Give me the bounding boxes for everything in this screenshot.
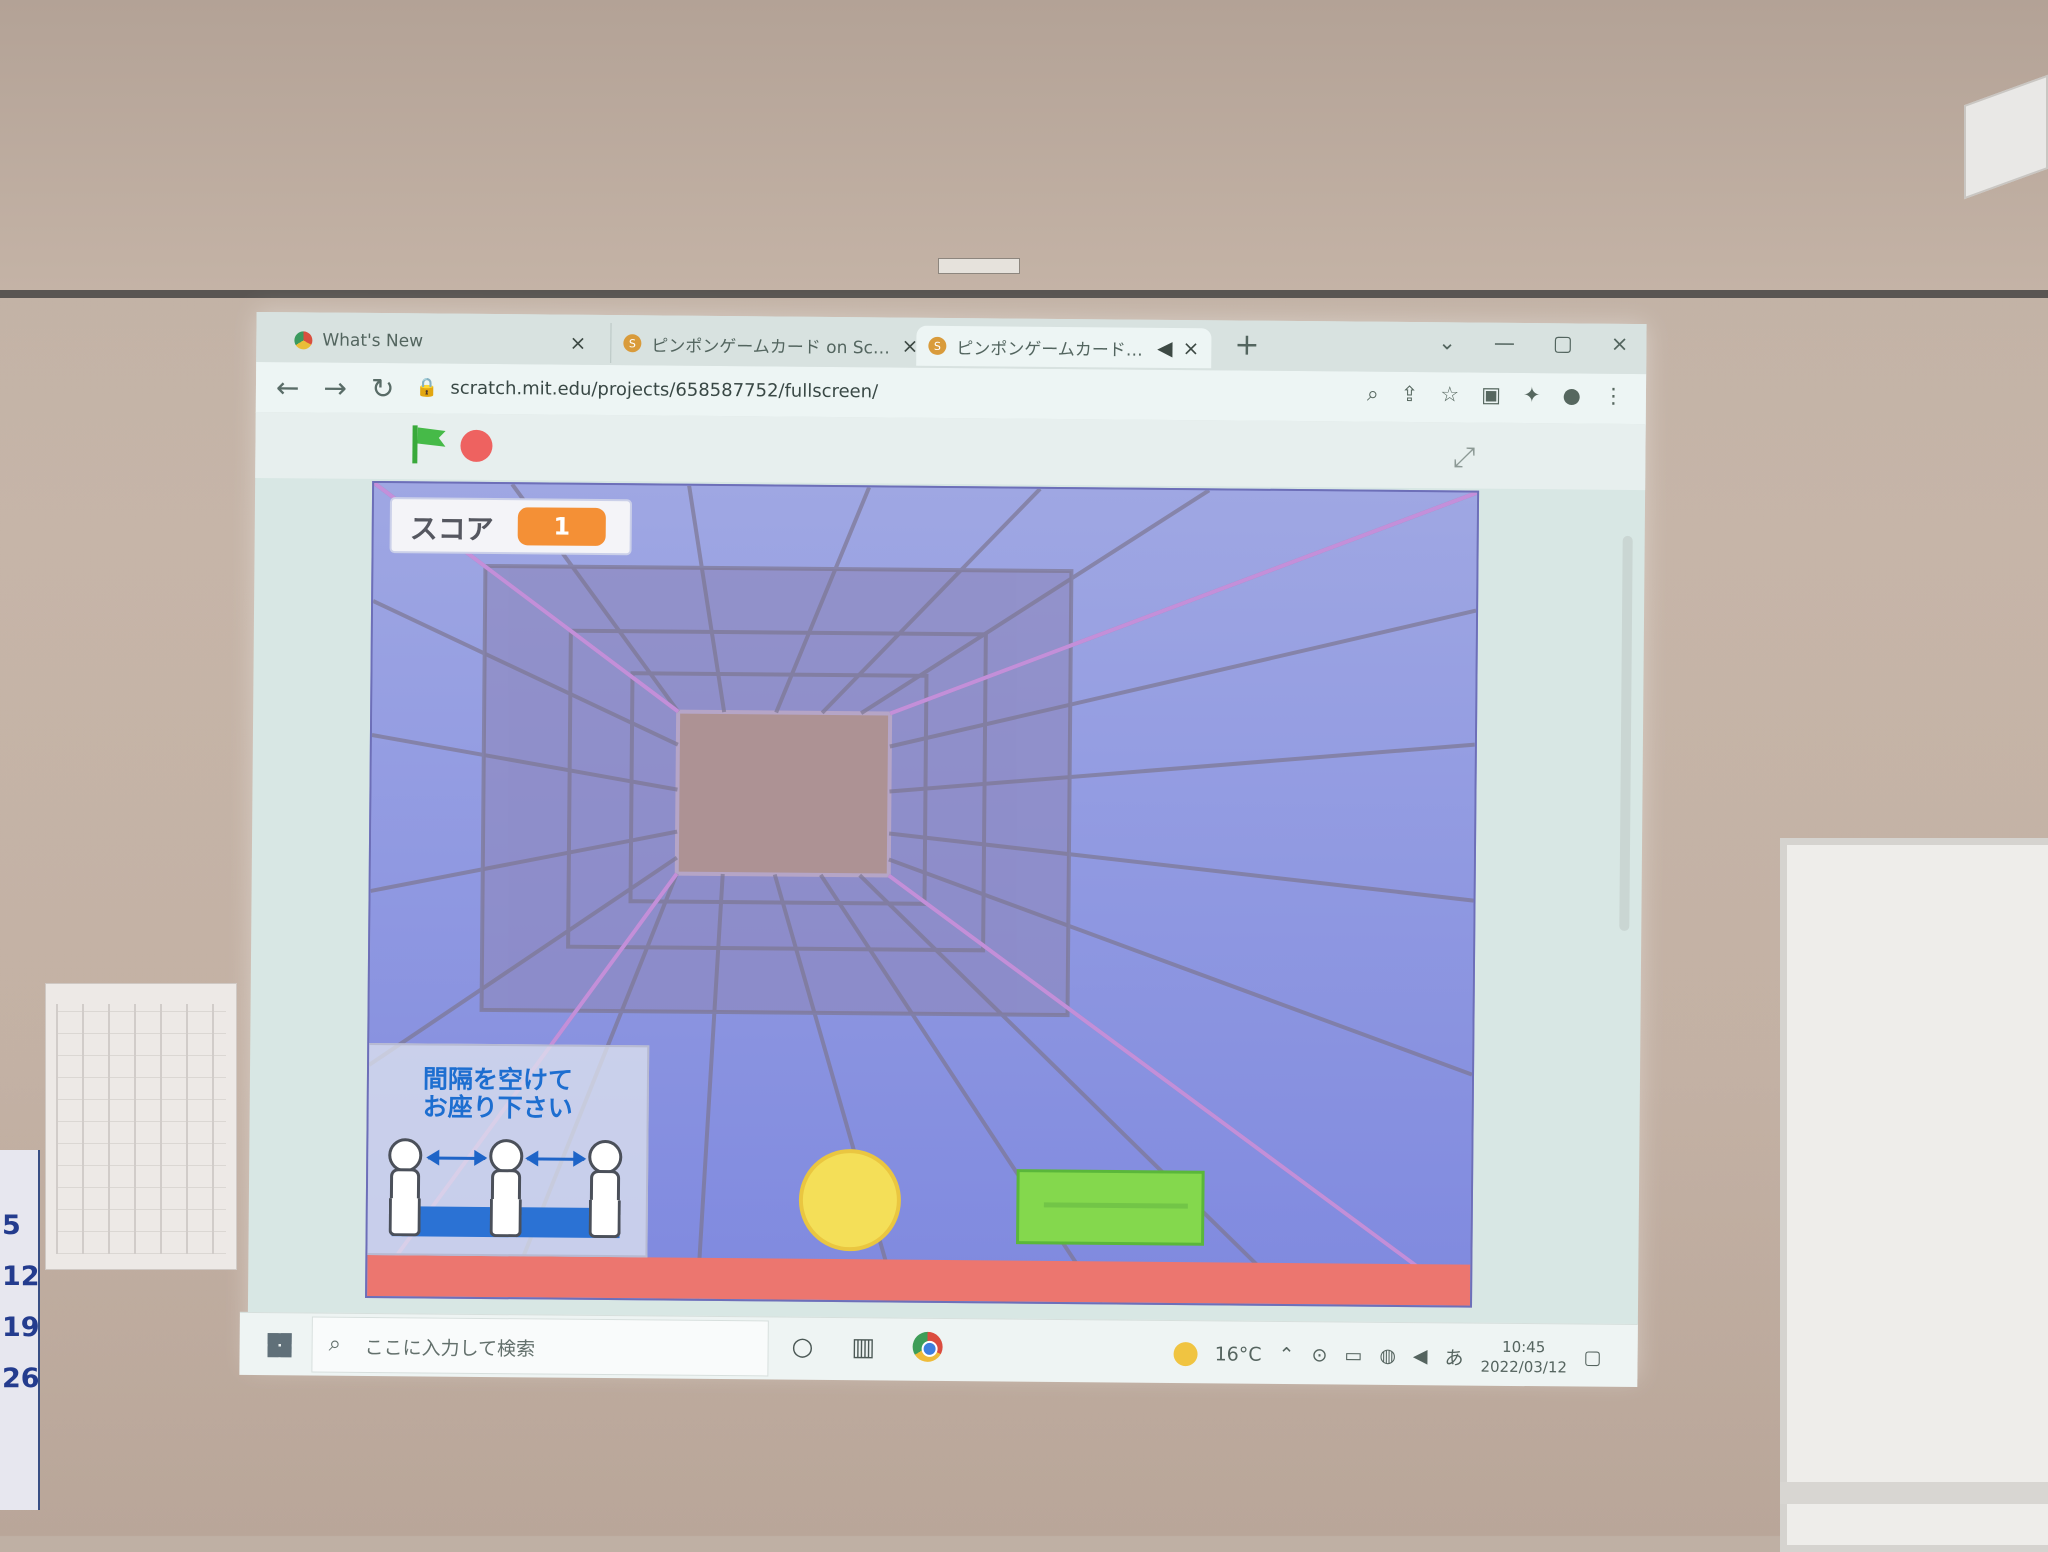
minimize-icon[interactable]: — [1494,331,1515,355]
stop-icon[interactable] [460,429,493,463]
back-icon[interactable]: ← [276,371,300,404]
windows-taskbar: ⌕ ここに入力して検索 ○ ▥ 16°C ⌃ ⊙ ▭ ◍ ◀ あ 10:45 2… [239,1311,1638,1388]
person-icon [582,1139,623,1239]
extensions-icon[interactable]: ✦ [1523,383,1541,408]
score-value: 1 [517,507,606,547]
tab-label: What's New [322,330,424,352]
navigation-controls: ← → ↻ [276,371,395,405]
seated-people-illustration [382,1138,623,1239]
close-window-icon[interactable]: × [1611,332,1629,356]
scratch-stage[interactable]: スコア 1 間隔を空けて お座り下さい [365,480,1480,1308]
spacing-arrow-icon [428,1156,486,1160]
green-flag-icon[interactable] [412,425,446,464]
ceiling-rail [0,290,2048,298]
notification-icon[interactable]: ▢ [1584,1347,1602,1369]
whiteboard [1780,838,2048,1552]
distance-notice-overlay: 間隔を空けて お座り下さい [365,1042,650,1258]
pong-ball [798,1149,901,1252]
spacing-arrow-icon [527,1157,585,1161]
scratch-icon: S [623,334,642,353]
restore-icon[interactable]: ▢ [1553,331,1573,355]
date-strip: 5 12 19 26 [0,1150,40,1510]
tab-scratch-game[interactable]: S ピンポンゲームカード on Scratch × [610,323,931,366]
meet-icon[interactable]: ⊙ [1311,1344,1327,1366]
clock-date: 2022/03/12 [1480,1357,1568,1377]
zoom-icon[interactable]: ⌕ [1367,382,1379,407]
wall-calendar [45,983,237,1270]
taskbar-search[interactable]: ⌕ ここに入力して検索 [311,1316,769,1377]
tab-label: ピンポンゲームカード on Scratch [956,338,1148,361]
person-icon [382,1138,423,1237]
page-scrollbar[interactable] [1619,535,1633,931]
lock-icon: 🔒 [415,376,439,399]
chrome-icon [294,331,313,350]
exit-fullscreen-icon[interactable]: ⤢ [1453,440,1476,474]
person-icon [483,1139,524,1238]
forward-icon[interactable]: → [323,372,347,405]
share-icon[interactable]: ⇪ [1401,382,1419,407]
tab-search-icon[interactable]: ⌄ [1438,330,1456,354]
calendar-date-19: 19 [2,1312,40,1343]
ceiling-area [0,0,2048,290]
address-bar[interactable]: 🔒 scratch.mit.edu/projects/658587752/ful… [416,370,1116,410]
scratch-controls: ⤢ [255,411,1646,931]
battery-icon[interactable]: ▭ [1344,1344,1362,1366]
whiteboard-tray [1780,1482,2048,1504]
notice-text: 間隔を空けて お座り下さい [422,1064,574,1123]
calendar-date-5: 5 [2,1210,21,1241]
projected-browser-window: What's New × S ピンポンゲームカード on Scratch × S… [239,311,1647,1388]
close-icon[interactable]: × [570,331,587,355]
tab-scratch-game-active[interactable]: S ピンポンゲームカード on Scratch ◀ × [916,325,1212,369]
chrome-icon[interactable] [912,1331,944,1362]
calendar-date-12: 12 [2,1261,40,1292]
profile-icon[interactable]: ● [1563,383,1582,408]
wall-sign [938,258,1020,274]
tab-whats-new[interactable]: What's New × [282,320,598,363]
windows-start-icon[interactable] [267,1333,292,1358]
cortana-icon[interactable]: ○ [792,1331,814,1360]
url-text: scratch.mit.edu/projects/658587752/fulls… [450,377,879,402]
search-icon: ⌕ [328,1331,342,1357]
hidden-icons-chevron-icon[interactable]: ⌃ [1278,1344,1294,1366]
weather-sun-icon [1173,1341,1198,1367]
new-tab-button[interactable]: + [1234,327,1259,362]
more-menu-icon[interactable]: ⋮ [1603,384,1624,409]
scratch-icon: S [928,336,947,355]
close-icon[interactable]: × [1182,336,1199,360]
system-tray: 16°C ⌃ ⊙ ▭ ◍ ◀ あ 10:45 2022/03/12 ▢ [1173,1334,1602,1378]
browser-actions: ⌕ ⇪ ☆ ▣ ✦ ● ⋮ [1367,382,1624,409]
score-display: スコア 1 [389,497,633,556]
score-label: スコア [409,512,494,547]
network-icon[interactable]: ◍ [1379,1345,1396,1367]
speaker-icon[interactable]: ◀ [1413,1345,1428,1367]
task-view-icon[interactable]: ▥ [851,1332,875,1361]
search-placeholder: ここに入力して検索 [364,1336,536,1361]
window-controls: ⌄ — ▢ × [1438,330,1628,356]
speaker-icon[interactable]: ◀ [1157,336,1173,360]
clock-time: 10:45 [1501,1337,1546,1357]
bookmark-icon[interactable]: ☆ [1440,382,1459,407]
ime-indicator[interactable]: あ [1444,1343,1463,1370]
temperature[interactable]: 16°C [1215,1343,1262,1365]
tab-label: ピンポンゲームカード on Scratch [651,335,892,358]
reload-icon[interactable]: ↻ [371,372,395,405]
taskbar-app-icons: ○ ▥ [791,1331,944,1362]
clock[interactable]: 10:45 2022/03/12 [1480,1337,1568,1378]
cast-icon[interactable]: ▣ [1481,383,1501,408]
calendar-date-26: 26 [2,1363,40,1394]
